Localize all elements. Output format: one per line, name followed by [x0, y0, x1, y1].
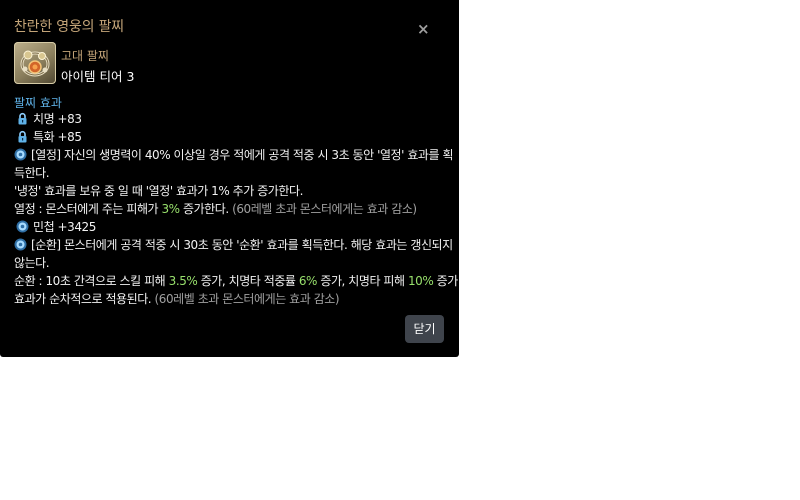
bracelet-icon [14, 42, 56, 84]
cycle-detail-text-d: 증가 [433, 274, 459, 288]
passion-detail-value: 3% [161, 202, 181, 216]
lock-icon [18, 112, 27, 125]
modal-title: 찬란한 영웅의 팔찌 [14, 19, 124, 35]
passion-detail-note: (60레벨 초과 몬스터에게는 효과 감소) [228, 202, 417, 216]
cycle-line4-text: 효과가 순차적으로 적용된다. [14, 292, 152, 306]
lock-icon [18, 130, 27, 143]
gear-icon [14, 238, 27, 251]
cycle-detail-text-c: 증가, 치명타 피해 [317, 274, 408, 288]
effect-special-text: 특화 +85 [33, 130, 82, 144]
effect-passion-line3: '냉정' 효과를 보유 중 일 때 '열정' 효과가 1% 추가 증가한다. [14, 184, 303, 198]
effect-cycle-detail: 순환 : 10초 간격으로 스킬 피해 3.5% 증가, 치명타 적중률 6% … [14, 272, 458, 290]
section-title: 팔찌 효과 [14, 96, 62, 110]
close-button[interactable]: 닫기 [405, 315, 444, 343]
effect-cycle-line2: 않는다. [14, 256, 50, 270]
effect-passion-detail: 열정 : 몬스터에게 주는 피해가 3% 증가한다. (60레벨 초과 몬스터에… [14, 200, 444, 218]
item-grade: 고대 팔찌 [61, 49, 109, 63]
passion-detail-text-b: 증가한다. [179, 202, 229, 216]
cycle-detail-text-a: 순환 : 10초 간격으로 스킬 피해 [14, 274, 169, 288]
effects-list: 치명 +83 특화 +85 [열정] 자신의 생명력이 40% 이상일 경우 적… [14, 110, 458, 308]
cycle-line4-note: (60레벨 초과 몬스터에게는 효과 감소) [151, 292, 340, 306]
gear-icon [16, 220, 29, 233]
cycle-detail-text-b: 증가, 치명타 적중률 [197, 274, 299, 288]
effect-passion-line1: [열정] 자신의 생명력이 40% 이상일 경우 적에게 공격 적중 시 3초 … [31, 148, 454, 162]
passion-detail-text-a: 열정 : 몬스터에게 주는 피해가 [14, 202, 162, 216]
item-tier: 아이템 티어 3 [61, 69, 135, 84]
effect-swift: 민첩 +3425 [14, 218, 444, 236]
cycle-value-skill: 3.5% [168, 274, 198, 288]
effect-crit-text: 치명 +83 [33, 112, 82, 126]
effect-swift-text: 민첩 +3425 [33, 220, 96, 234]
effect-crit: 치명 +83 [14, 110, 444, 128]
effect-cycle: [순환] 몬스터에게 공격 적중 시 30초 동안 '순환' 효과를 획득한다.… [14, 236, 453, 254]
effect-passion: [열정] 자신의 생명력이 40% 이상일 경우 적에게 공격 적중 시 3초 … [14, 146, 454, 164]
effect-special: 특화 +85 [14, 128, 444, 146]
effect-cycle-line1: [순환] 몬스터에게 공격 적중 시 30초 동안 '순환' 효과를 획득한다.… [31, 238, 453, 252]
item-tooltip-modal: 찬란한 영웅의 팔찌 × 고대 팔찌 아이템 티어 3 팔찌 효과 치명 +83 [0, 0, 459, 357]
gear-icon [14, 148, 27, 161]
effect-passion-line2: 득한다. [14, 166, 50, 180]
close-icon[interactable]: × [417, 22, 430, 37]
cycle-value-crit-rate: 6% [298, 274, 318, 288]
effect-cycle-line4: 효과가 순차적으로 적용된다. (60레벨 초과 몬스터에게는 효과 감소) [14, 290, 444, 308]
cycle-value-crit-damage: 10% [407, 274, 434, 288]
